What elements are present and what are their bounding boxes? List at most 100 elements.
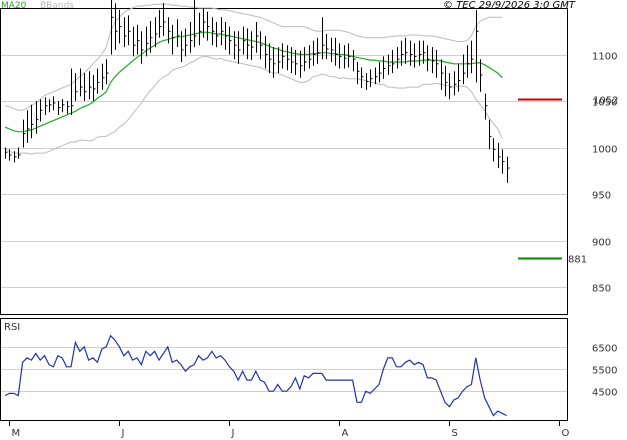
- price-bar: [331, 37, 334, 62]
- price-bar: [502, 149, 505, 174]
- price-bar: [93, 75, 96, 101]
- price-bar: [291, 47, 294, 74]
- price-bar: [287, 45, 290, 71]
- price-bar: [155, 17, 158, 48]
- price-bar: [436, 49, 439, 78]
- price-bar: [317, 37, 320, 64]
- price-bar: [36, 101, 39, 134]
- price-bar: [67, 101, 70, 115]
- x-tick-label: J: [231, 428, 235, 439]
- price-bar: [471, 40, 474, 74]
- price-bar: [410, 40, 413, 66]
- price-bar: [476, 9, 479, 83]
- price-bar: [445, 65, 448, 97]
- price-bar: [458, 63, 461, 92]
- price-bar: [269, 43, 272, 74]
- price-bar: [304, 47, 307, 72]
- price-y-tick-label: 950: [592, 191, 611, 202]
- bollinger-bands: [4, 3, 503, 155]
- price-bar: [124, 17, 127, 48]
- price-bar: [71, 68, 74, 115]
- price-bar: [9, 149, 12, 161]
- rsi-y-tick-label: 4500: [592, 388, 617, 399]
- price-bar: [207, 11, 210, 41]
- price-bar: [97, 68, 100, 94]
- price-bar: [309, 45, 312, 69]
- support-label: 881: [568, 255, 587, 266]
- stock-chart: 110010501000950900850 1052881 6500550045…: [0, 0, 618, 439]
- price-y-ticks: 110010501000950900850: [592, 52, 617, 295]
- price-y-tick-label: 1000: [592, 145, 617, 156]
- price-bar: [212, 17, 215, 46]
- price-bar: [45, 97, 48, 115]
- price-bar: [23, 119, 26, 148]
- price-bar: [58, 101, 61, 115]
- price-bar: [467, 45, 470, 78]
- price-bar: [339, 43, 342, 69]
- price-bar: [172, 24, 175, 55]
- price-bar: [357, 62, 360, 85]
- price-bar: [243, 26, 246, 55]
- price-bar: [366, 73, 369, 90]
- price-bar: [229, 26, 232, 55]
- price-bar: [203, 8, 206, 38]
- price-bar: [137, 24, 140, 55]
- legend-bbands: BBands: [40, 1, 74, 11]
- price-bar: [265, 35, 268, 69]
- price-bar: [31, 104, 34, 139]
- price-bar: [89, 71, 92, 100]
- price-bar: [75, 73, 78, 101]
- price-bar: [177, 19, 180, 48]
- rsi-panel-label: RSI: [4, 322, 20, 333]
- price-bar: [53, 96, 56, 111]
- price-bar: [344, 45, 347, 69]
- price-bar: [507, 156, 510, 183]
- price-bar: [463, 54, 466, 85]
- price-bar: [397, 47, 400, 69]
- rsi-y-tick-label: 6500: [592, 344, 617, 355]
- copyright-text: © TEC 29/9/2026 3:0 GMT: [443, 0, 576, 11]
- price-bar: [419, 40, 422, 66]
- price-bar: [185, 28, 188, 57]
- price-bar: [146, 26, 149, 57]
- price-bar: [221, 17, 224, 46]
- resistance-label: 1052: [593, 96, 618, 107]
- price-bar: [84, 73, 87, 101]
- x-tick-label: M: [12, 428, 21, 439]
- price-panel-frame: [0, 8, 568, 315]
- price-bar: [454, 71, 457, 96]
- price-y-tick-label: 1100: [592, 52, 617, 63]
- price-gridlines: [1, 55, 567, 288]
- rsi-y-tick-label: 5500: [592, 366, 617, 377]
- rsi-y-ticks: 6500 5500 4500: [592, 344, 617, 399]
- price-bar: [159, 9, 162, 38]
- price-y-tick-label: 900: [592, 238, 611, 249]
- price-bar: [498, 142, 501, 168]
- price-bar: [199, 12, 202, 46]
- price-bar: [278, 47, 281, 74]
- price-bar: [353, 49, 356, 72]
- price-bar: [40, 99, 43, 122]
- price-bar: [383, 56, 386, 79]
- price-bar: [370, 69, 373, 88]
- price-bar: [133, 26, 136, 57]
- price-bar: [150, 21, 153, 53]
- price-bar: [190, 22, 193, 53]
- price-bar: [388, 54, 391, 75]
- price-bar: [27, 110, 30, 143]
- price-bar: [225, 22, 228, 50]
- price-bar: [405, 37, 408, 64]
- price-bar: [375, 67, 378, 85]
- price-bar: [247, 28, 250, 60]
- price-bars: [5, 0, 510, 183]
- price-y-tick-label: 850: [592, 284, 611, 295]
- price-bar: [256, 22, 259, 53]
- price-bar: [102, 63, 105, 90]
- price-bar: [282, 43, 285, 69]
- price-bar: [128, 15, 131, 46]
- price-bar: [379, 62, 382, 83]
- rsi-gridlines: [1, 347, 567, 392]
- legend-ma20: MA20: [1, 1, 27, 11]
- x-tick-label: S: [452, 428, 458, 439]
- price-bar: [115, 3, 118, 50]
